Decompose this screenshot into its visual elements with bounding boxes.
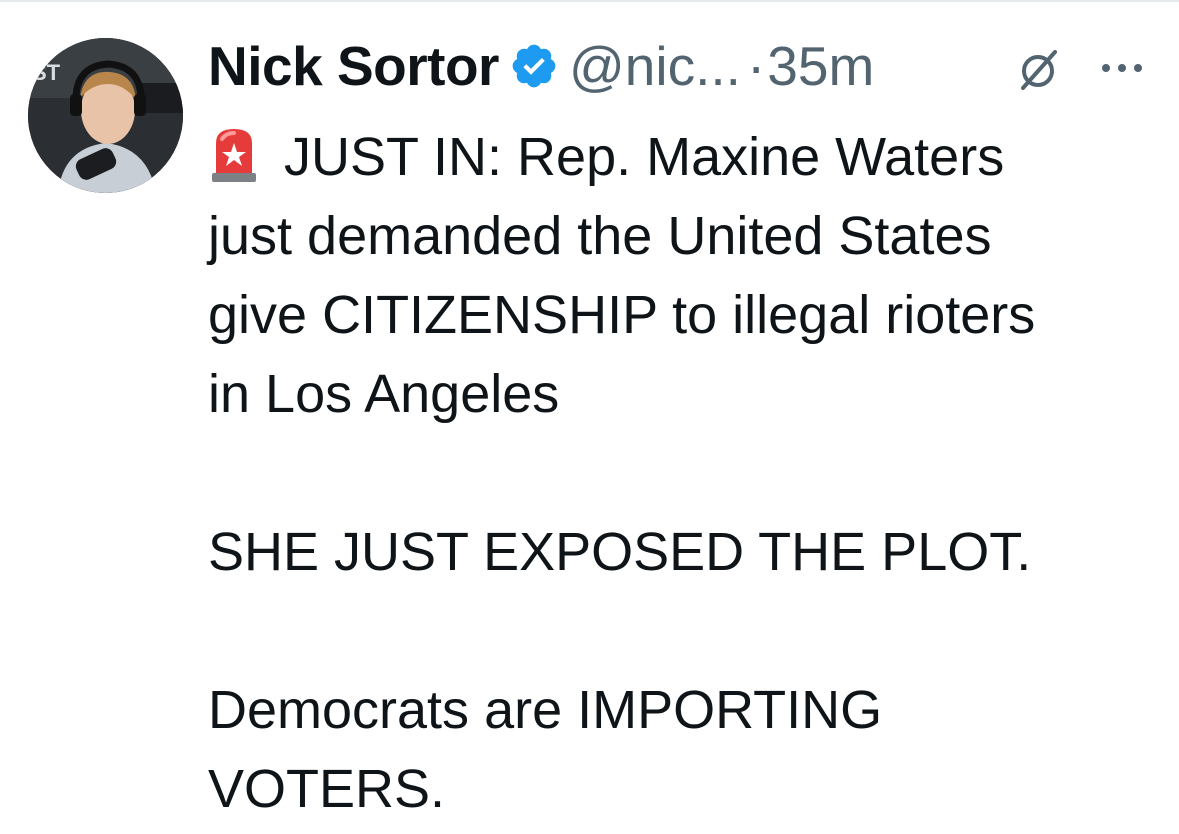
separator-dot: ·	[746, 35, 766, 97]
tweet-line-text: JUST IN: Rep. Maxine Waters	[284, 127, 1005, 187]
avatar-photo: ST	[28, 38, 183, 193]
more-dots-icon[interactable]	[1098, 58, 1146, 78]
siren-emoji-icon	[208, 125, 260, 183]
author-display-name[interactable]: Nick Sortor	[208, 34, 499, 98]
top-divider	[0, 0, 1179, 2]
verified-badge-icon[interactable]	[509, 41, 559, 91]
tweet-line: Democrats are IMPORTING	[208, 680, 883, 740]
author-avatar[interactable]: ST	[28, 38, 183, 193]
tweet-timestamp[interactable]: 35m	[767, 34, 874, 98]
tweet-text: JUST IN: Rep. Maxine Waters just demande…	[208, 118, 1168, 829]
grok-icon[interactable]	[1017, 48, 1061, 92]
tweet-line: just demanded the United States	[208, 206, 992, 266]
tweet-line: JUST IN: Rep. Maxine Waters	[208, 118, 1168, 197]
tweet-line: SHE JUST EXPOSED THE PLOT.	[208, 522, 1032, 582]
author-handle[interactable]: @nic...	[569, 34, 741, 98]
avatar-lettering: ST	[32, 60, 61, 85]
tweet-line: VOTERS.	[208, 759, 446, 819]
tweet-line: in Los Angeles	[208, 364, 560, 424]
tweet-line: give CITIZENSHIP to illegal rioters	[208, 285, 1036, 345]
